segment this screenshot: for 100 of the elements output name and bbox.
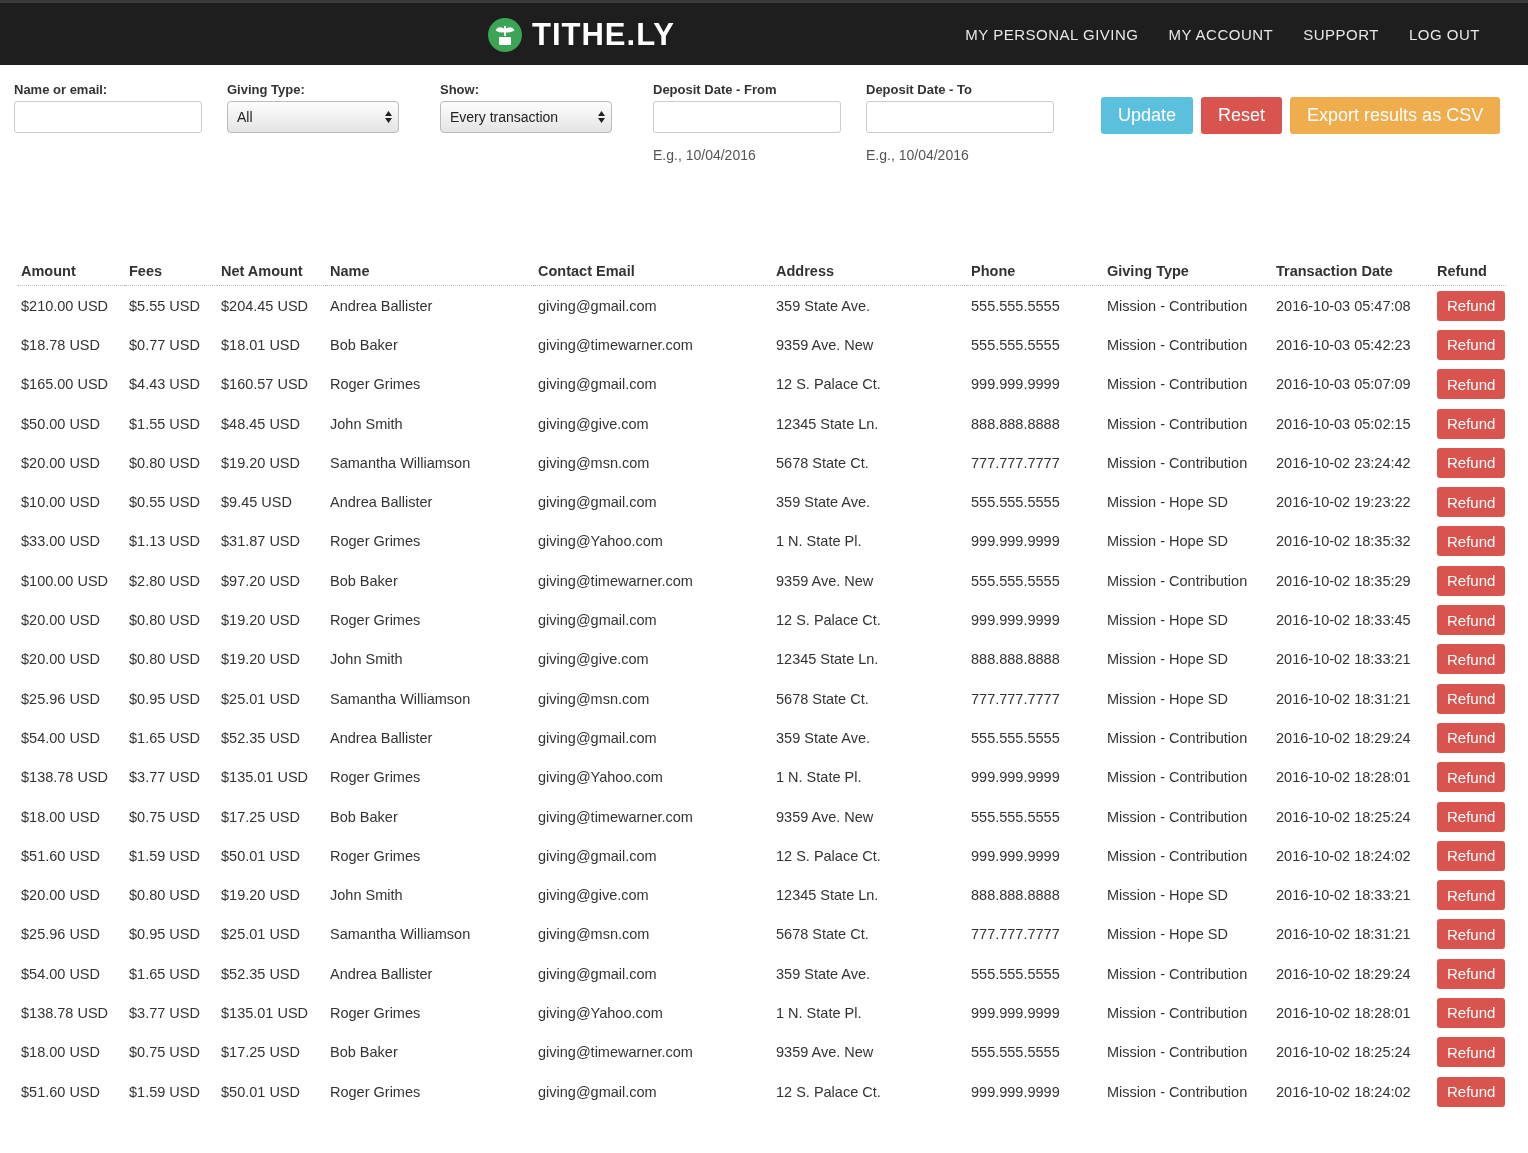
refund-button[interactable]: Refund xyxy=(1437,605,1506,635)
refund-button[interactable]: Refund xyxy=(1437,526,1506,557)
table-cell-text: $97.20 USD xyxy=(220,571,301,591)
refund-button[interactable]: Refund xyxy=(1437,880,1506,911)
table-cell-text: 2016-10-02 18:33:45 xyxy=(1275,611,1412,630)
refund-button[interactable]: Refund xyxy=(1437,1037,1506,1068)
table-cell-text: giving@gmail.com xyxy=(537,846,658,866)
refund-button[interactable]: Refund xyxy=(1437,408,1506,439)
table-cell: Mission - Contribution xyxy=(1103,285,1272,326)
table-cell-text: giving@timewarner.com xyxy=(537,1043,694,1063)
table-cell-text: $2.80 USD xyxy=(128,571,201,591)
action-button[interactable]: Update xyxy=(1101,97,1194,134)
table-cell-text: $1.55 USD xyxy=(128,414,201,434)
table-cell-text: $19.20 USD xyxy=(220,650,301,670)
refund-button[interactable]: Refund xyxy=(1437,801,1506,832)
table-cell-text: 999.999.9999 xyxy=(970,768,1061,788)
refund-button[interactable]: Refund xyxy=(1437,998,1506,1028)
table-cell-text: $51.60 USD xyxy=(20,846,101,866)
filter-label: Deposit Date - From xyxy=(653,82,778,97)
table-cell-text: $19.20 USD xyxy=(220,453,301,473)
select-dropdown[interactable]: Every transaction xyxy=(440,101,612,133)
table-cell-text: Roger Grimes xyxy=(329,532,422,552)
column-header: Refund xyxy=(1433,263,1506,286)
refund-button[interactable]: Refund xyxy=(1437,683,1506,714)
table-cell-text: 12 S. Palace Ct. xyxy=(775,375,882,395)
table-cell-text: Mission - Contribution xyxy=(1106,1082,1249,1102)
updown-arrows-icon xyxy=(385,111,392,123)
table-cell-text: 777.777.7777 xyxy=(970,689,1061,709)
refund-button[interactable]: Refund xyxy=(1437,447,1506,478)
table-cell-text: $9.45 USD xyxy=(220,493,293,513)
table-cell-text: 999.999.9999 xyxy=(970,375,1061,395)
column-header: Amount xyxy=(17,263,125,286)
refund-button[interactable]: Refund xyxy=(1437,762,1506,793)
table-cell: 2016-10-03 05:47:08 xyxy=(1272,285,1433,326)
table-cell-text: Roger Grimes xyxy=(329,1004,422,1023)
table-cell-text: 555.555.5555 xyxy=(970,728,1061,748)
table-cell-text: 2016-10-03 05:02:15 xyxy=(1275,414,1412,434)
table-cell-text: $17.25 USD xyxy=(220,807,301,827)
sprout-logo-icon xyxy=(488,18,522,52)
updown-arrows-icon xyxy=(598,111,605,123)
column-header: Transaction Date xyxy=(1272,263,1433,286)
select-dropdown[interactable]: All xyxy=(227,101,399,133)
text-input[interactable] xyxy=(14,101,202,133)
table-cell-text: Mission - Contribution xyxy=(1106,414,1249,434)
table-cell-text: $160.57 USD xyxy=(220,375,310,395)
table-cell-text: $100.00 USD xyxy=(20,571,110,591)
action-button[interactable]: Reset xyxy=(1201,97,1283,134)
nav-link[interactable]: MY ACCOUNT xyxy=(1168,25,1274,43)
table-cell-text: Mission - Contribution xyxy=(1106,453,1249,473)
table-cell-text: Mission - Contribution xyxy=(1106,571,1249,591)
date-input[interactable] xyxy=(866,101,1054,133)
refund-button[interactable]: Refund xyxy=(1437,958,1506,989)
table-cell-text: $52.35 USD xyxy=(220,964,301,984)
table-cell-text: giving@give.com xyxy=(537,414,650,434)
table-cell-text: giving@Yahoo.com xyxy=(537,768,664,788)
nav-link[interactable]: LOG OUT xyxy=(1409,25,1480,43)
table-cell: Andrea Ballister xyxy=(326,285,534,326)
table-cell-text: 9359 Ave. New xyxy=(775,335,875,355)
table-cell-text: $0.80 USD xyxy=(128,886,201,906)
table-cell-text: giving@Yahoo.com xyxy=(537,1004,664,1023)
refund-button[interactable]: Refund xyxy=(1437,1076,1506,1107)
table-cell-text: $0.80 USD xyxy=(128,453,201,473)
table-cell-text: 2016-10-02 18:25:24 xyxy=(1275,807,1412,827)
table-cell-text: Mission - Hope SD xyxy=(1106,611,1229,630)
table-cell-text: $25.96 USD xyxy=(20,925,101,945)
column-header: Phone xyxy=(967,263,1103,286)
table-cell-text: 9359 Ave. New xyxy=(775,1043,875,1063)
refund-button[interactable]: Refund xyxy=(1437,565,1506,596)
table-cell-text: Mission - Hope SD xyxy=(1106,925,1229,945)
table-cell-text: 999.999.9999 xyxy=(970,846,1061,866)
table-cell-text: giving@gmail.com xyxy=(537,1082,658,1102)
refund-button[interactable]: Refund xyxy=(1437,644,1506,675)
table-cell-text: $50.01 USD xyxy=(220,1082,301,1102)
table-cell-text: 12 S. Palace Ct. xyxy=(775,846,882,866)
table-cell-text: $17.25 USD xyxy=(220,1043,301,1063)
hint-text: E.g., 10/04/2016 xyxy=(653,147,757,163)
table-cell-text: $0.95 USD xyxy=(128,689,201,709)
table-cell-text: giving@msn.com xyxy=(537,925,651,945)
refund-button[interactable]: Refund xyxy=(1437,722,1506,753)
table-cell-text: 5678 State Ct. xyxy=(775,689,870,709)
table-cell-text: 1 N. State Pl. xyxy=(775,532,863,552)
refund-button[interactable]: Refund xyxy=(1437,840,1506,871)
table-cell-text: 1 N. State Pl. xyxy=(775,1004,863,1023)
table-cell-text: $1.65 USD xyxy=(128,964,201,984)
table-cell-text: $20.00 USD xyxy=(20,886,101,906)
nav-link[interactable]: MY PERSONAL GIVING xyxy=(965,25,1139,43)
table-cell-text: $18.01 USD xyxy=(220,335,301,355)
refund-button[interactable]: Refund xyxy=(1437,369,1506,400)
refund-button[interactable]: Refund xyxy=(1437,487,1506,518)
refund-button[interactable]: Refund xyxy=(1437,919,1506,950)
filter-label: Show: xyxy=(440,82,480,97)
table-cell-text: giving@msn.com xyxy=(537,453,651,473)
refund-button[interactable]: Refund xyxy=(1437,329,1506,360)
table-cell-text: 9359 Ave. New xyxy=(775,807,875,827)
table-cell-text: $1.59 USD xyxy=(128,1082,201,1102)
refund-button[interactable]: Refund xyxy=(1437,290,1506,321)
nav-link[interactable]: SUPPORT xyxy=(1303,25,1379,43)
table-cell-text: Andrea Ballister xyxy=(329,728,434,748)
date-input[interactable] xyxy=(653,101,841,133)
table-cell-text: $20.00 USD xyxy=(20,650,101,670)
